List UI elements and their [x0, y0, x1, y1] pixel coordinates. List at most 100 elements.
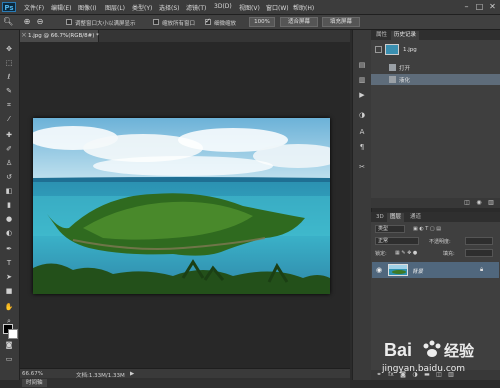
minimize-button[interactable]: – [462, 2, 471, 11]
blur-tool-icon[interactable]: ● [3, 214, 15, 224]
snapshot-label: 1.jpg [403, 47, 417, 53]
zoom-100-button[interactable]: 100% [249, 17, 275, 27]
adjustments-panel-icon[interactable]: ◑ [356, 110, 368, 120]
resize-windows-checkbox[interactable] [66, 19, 72, 25]
lasso-tool-icon[interactable]: ℓ [3, 72, 15, 82]
menu-type[interactable]: 类型(Y) [132, 3, 152, 12]
menu-bar: Ps 文件(F) 编辑(E) 图像(I) 图层(L) 类型(Y) 选择(S) 滤… [0, 0, 500, 15]
type-tool-icon[interactable]: T [3, 258, 15, 268]
zoom-level[interactable]: 66.67% [22, 371, 43, 377]
tab-channels[interactable]: 通道 [407, 213, 424, 222]
history-brush-tool-icon[interactable]: ↺ [3, 172, 15, 182]
eye-icon[interactable]: ◉ [376, 266, 382, 274]
opacity-label: 不透明度: [429, 239, 451, 245]
lock-icons[interactable]: ▦ ✎ ✥ ● [395, 250, 417, 256]
snapshot-camera-icon[interactable]: ◉ [475, 199, 483, 207]
quick-select-tool-icon[interactable]: ✎ [3, 86, 15, 96]
blend-mode-select[interactable]: 正常 [375, 237, 419, 245]
opacity-input[interactable] [465, 237, 493, 245]
eyedropper-tool-icon[interactable]: ⁄ [3, 114, 15, 124]
history-panel: 属性 历史记录 1.jpg 打开 液化 ◫ ◉ ▥ [371, 30, 500, 208]
layer-kind-filter[interactable]: 类型 [375, 225, 405, 233]
menu-help[interactable]: 帮助(H) [293, 3, 314, 12]
menu-3d[interactable]: 3D(D) [214, 3, 232, 10]
history-snapshot[interactable]: 1.jpg [371, 42, 500, 58]
screen-mode-icon[interactable]: ▭ [3, 354, 15, 364]
layer-thumbnail [388, 264, 408, 276]
filter-icons[interactable]: ▣ ◐ T ▢ ▤ [413, 226, 441, 232]
blend-row: 正常 不透明度: [373, 236, 497, 246]
document-tab[interactable]: × 1.jpg @ 66.7%(RGB/8#) * [20, 30, 99, 42]
lock-row: 锁定: ▦ ✎ ✥ ● 填充: [373, 248, 497, 258]
history-item[interactable]: 打开 [371, 62, 500, 73]
zoom-all-checkbox[interactable] [153, 19, 159, 25]
background-color-swatch[interactable] [8, 329, 18, 339]
healing-brush-tool-icon[interactable]: ✚ [3, 130, 15, 140]
zoom-in-icon[interactable]: ⊕ [22, 17, 32, 27]
history-step-icon [389, 76, 396, 83]
menu-file[interactable]: 文件(F) [24, 3, 44, 12]
fit-screen-button[interactable]: 适合屏幕 [280, 17, 318, 27]
brush-tool-icon[interactable]: ✐ [3, 144, 15, 154]
paragraph-panel-icon[interactable]: ¶ [356, 142, 368, 152]
pen-tool-icon[interactable]: ✒ [3, 244, 15, 254]
bottom-panel-bar: 时间轴 [20, 378, 350, 388]
crop-tool-icon[interactable]: ⌗ [3, 100, 15, 110]
watermark-brand-suffix: 经验 [444, 342, 475, 360]
marquee-tool-icon[interactable]: ⬚ [3, 58, 15, 68]
character-panel-icon[interactable]: A [356, 127, 368, 137]
history-item-label: 液化 [399, 78, 411, 84]
menu-layer[interactable]: 图层(L) [105, 3, 125, 12]
document-image[interactable] [33, 118, 330, 294]
baidu-watermark: Bai 经验 jingyan.baidu.com [380, 336, 498, 380]
menu-window[interactable]: 窗口(W) [266, 3, 289, 12]
document-tab-label: 1.jpg @ 66.7%(RGB/8#) * [28, 33, 99, 39]
move-tool-icon[interactable]: ✥ [3, 44, 15, 54]
tab-3d[interactable]: 3D [373, 213, 387, 222]
options-bar: 🔍︎ ⊕ ⊖ 调整窗口大小以满屏显示 缩放所有窗口 细微缩放 100% 适合屏幕… [0, 15, 500, 30]
menu-filter[interactable]: 滤镜(T) [186, 3, 206, 12]
history-item-label: 打开 [399, 66, 411, 72]
fill-screen-button[interactable]: 填充屏幕 [322, 17, 360, 27]
history-item-selected[interactable]: 液化 [371, 74, 500, 85]
clone-stamp-tool-icon[interactable]: ♙ [3, 158, 15, 168]
properties-panel-icon[interactable]: ▥ [356, 75, 368, 85]
close-window-button[interactable]: ✕ [488, 2, 497, 11]
scrubby-zoom-label: 细微缩放 [214, 21, 237, 27]
svg-text:Bai: Bai [384, 340, 412, 360]
fill-input[interactable] [465, 249, 493, 257]
eraser-tool-icon[interactable]: ◧ [3, 186, 15, 196]
menu-select[interactable]: 选择(S) [159, 3, 180, 12]
layer-name: 背景 [412, 269, 424, 275]
tab-history[interactable]: 历史记录 [391, 31, 420, 40]
actions-panel-icon[interactable]: ▶ [356, 90, 368, 100]
dodge-tool-icon[interactable]: ◐ [3, 228, 15, 238]
status-menu-arrow-icon[interactable]: ▶ [130, 371, 134, 377]
menu-image[interactable]: 图像(I) [78, 3, 96, 12]
close-tab-icon[interactable]: × [21, 31, 27, 39]
menu-view[interactable]: 视图(V) [239, 3, 260, 12]
zoom-out-icon[interactable]: ⊖ [35, 17, 45, 27]
tab-properties[interactable]: 属性 [373, 31, 390, 40]
tab-layers[interactable]: 图层 [387, 213, 405, 222]
tool-presets-icon[interactable]: ✂ [356, 162, 368, 172]
history-panel-footer: ◫ ◉ ▥ [371, 198, 500, 208]
snapshot-source-icon[interactable] [375, 46, 382, 53]
trash-icon[interactable]: ▥ [487, 199, 495, 207]
resize-windows-label: 调整窗口大小以满屏显示 [75, 21, 136, 27]
island-photo [33, 118, 330, 294]
layer-row[interactable]: ◉ 背景 🔒︎ [372, 262, 499, 278]
hand-tool-icon[interactable]: ✋ [3, 302, 15, 312]
layer-filter-row: 类型 ▣ ◐ T ▢ ▤ [373, 224, 497, 234]
rectangle-tool-icon[interactable]: ■ [3, 286, 15, 296]
timeline-tab[interactable]: 时间轴 [22, 379, 47, 387]
new-document-from-state-icon[interactable]: ◫ [463, 199, 471, 207]
scrubby-zoom-checkbox[interactable] [205, 17, 211, 25]
menu-edit[interactable]: 编辑(E) [51, 3, 71, 12]
history-panel-icon[interactable]: ▤ [356, 60, 368, 70]
quick-mask-icon[interactable]: ◙ [3, 340, 15, 350]
maximize-button[interactable]: □ [475, 2, 484, 11]
zoom-tool-icon[interactable]: 🔍︎ [3, 17, 13, 27]
path-select-tool-icon[interactable]: ➤ [3, 272, 15, 282]
gradient-tool-icon[interactable]: ▮ [3, 200, 15, 210]
